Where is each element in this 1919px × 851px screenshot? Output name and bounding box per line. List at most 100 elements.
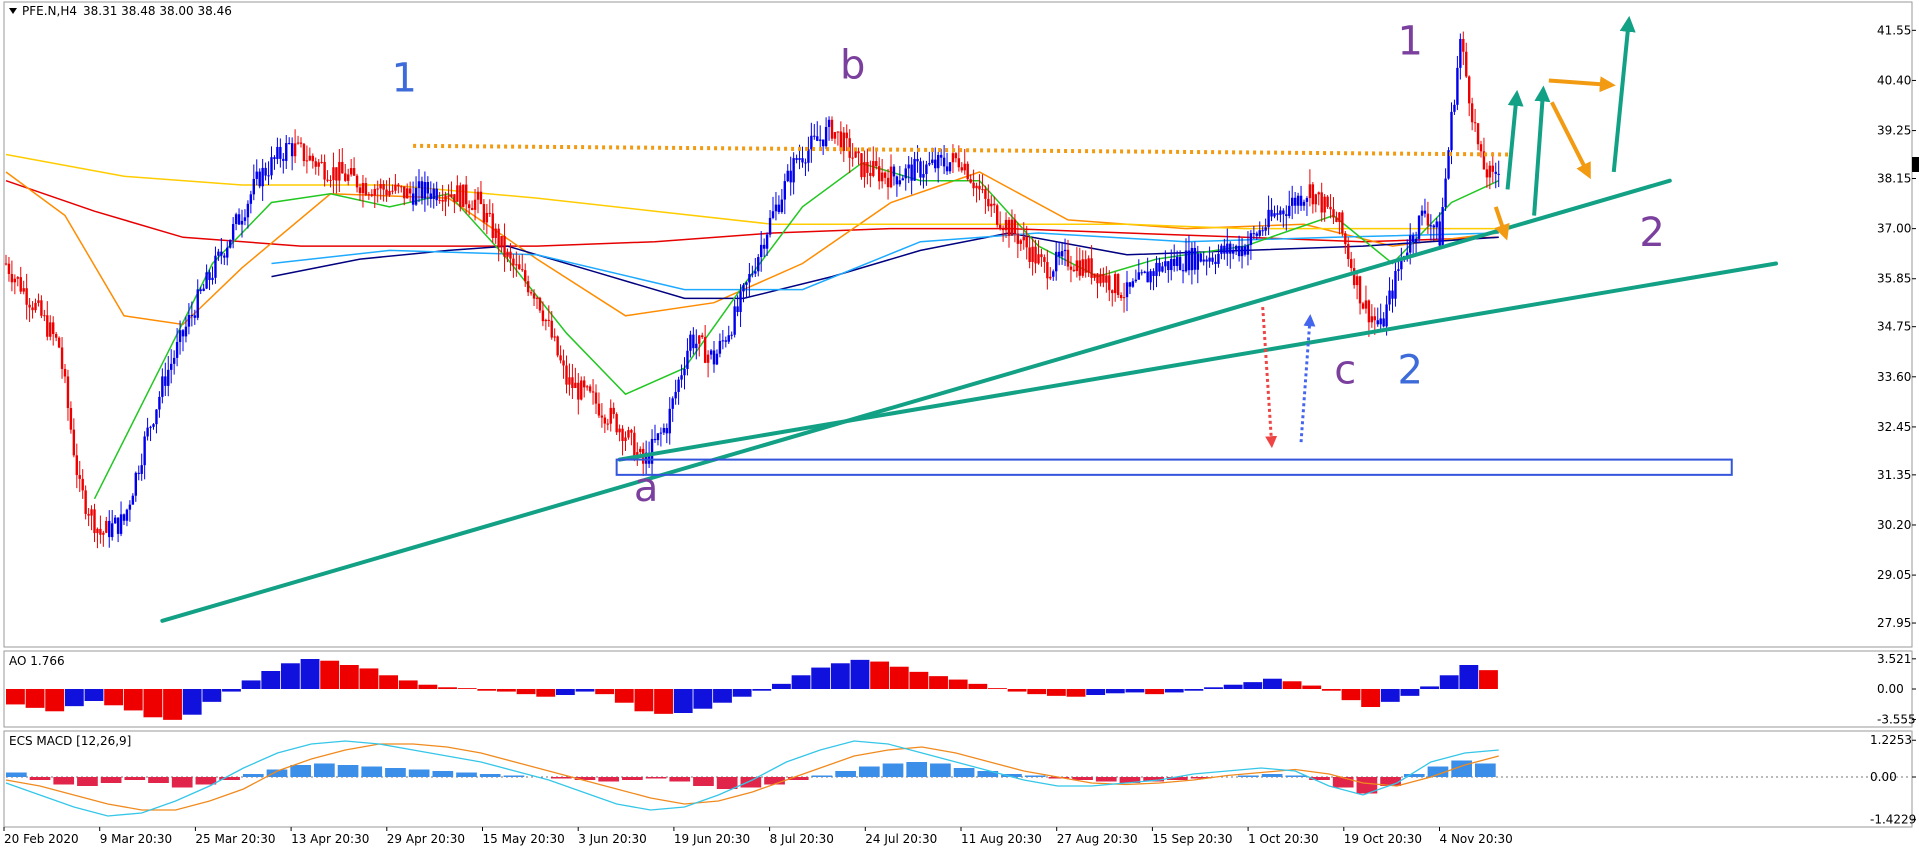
candle-body [969, 179, 972, 183]
ao-bar [64, 689, 84, 707]
candle-body [1164, 261, 1167, 267]
candle-body [43, 315, 46, 317]
macd-histogram-bar [242, 774, 264, 777]
time-tick-label: 15 May 20:30 [483, 832, 565, 846]
candle-body [1093, 273, 1096, 278]
macd-histogram-bar [1024, 775, 1046, 777]
macd-histogram-bar [953, 768, 975, 777]
ao-bar [713, 689, 732, 703]
macd-histogram-bar [171, 777, 193, 788]
candle-body [1105, 275, 1108, 283]
candle-body [137, 472, 140, 474]
candle-body [583, 380, 586, 388]
candle-body [518, 264, 521, 270]
candle-body [128, 504, 132, 510]
candle-body [1158, 262, 1161, 272]
candle-body [656, 433, 660, 441]
candle-body [379, 184, 382, 189]
ao-bar [752, 689, 772, 691]
candle-body [19, 277, 22, 292]
candle-body [302, 143, 306, 162]
candle-body [152, 424, 155, 427]
macd-histogram-bar [1332, 777, 1354, 788]
candle-body [497, 228, 500, 248]
candle-body [175, 342, 179, 358]
price-tick-label: 34.75 [1877, 320, 1911, 334]
macd-histogram-bar [100, 777, 122, 783]
candle-body [1246, 244, 1250, 255]
candle-body [193, 315, 196, 318]
candle-body [1347, 244, 1350, 260]
ao-bar [1204, 687, 1223, 689]
ao-bar [771, 683, 791, 689]
candle-body [190, 315, 194, 317]
candle-body [467, 204, 471, 209]
candle-body [692, 334, 695, 349]
candle-body [187, 315, 191, 327]
ao-bar [477, 689, 497, 691]
candle-body [1258, 230, 1261, 236]
ao-bar [850, 659, 870, 689]
candle-body [1453, 104, 1456, 112]
macd-histogram-bar [77, 777, 98, 786]
candle-body [765, 234, 769, 249]
candle-body [1019, 240, 1022, 244]
candle-body [96, 528, 99, 534]
price-tick-label: 32.45 [1877, 420, 1911, 434]
candle-body [1178, 257, 1182, 271]
candle-body [102, 532, 105, 535]
candle-body [355, 175, 359, 188]
candle-body [984, 189, 987, 199]
ao-bar [182, 689, 202, 715]
candle-body [529, 292, 533, 294]
ao-bar [634, 689, 654, 712]
candle-body [939, 154, 943, 158]
candle-body [420, 181, 424, 199]
candle-body [1314, 194, 1317, 205]
candle-body [119, 514, 123, 534]
candle-body [78, 475, 81, 479]
candle-body [1149, 271, 1152, 283]
ao-bar [1046, 689, 1066, 696]
candle-body [998, 224, 1002, 229]
candle-body [1459, 38, 1462, 68]
ao-bar [398, 680, 418, 689]
candle-body [181, 330, 185, 337]
candle-body [727, 335, 730, 342]
candle-body [4, 263, 8, 265]
macd-histogram-bar [124, 777, 146, 780]
candle-body [344, 173, 347, 181]
candle-body [1370, 316, 1374, 323]
candle-body [580, 380, 583, 400]
candle-body [1175, 257, 1179, 266]
candle-body [515, 264, 518, 266]
candle-body [1010, 219, 1014, 236]
candle-body [1111, 290, 1114, 294]
candle-body [473, 199, 477, 210]
macd-histogram-bar [882, 763, 904, 777]
candle-body [1335, 217, 1338, 222]
candle-body [282, 158, 285, 161]
candle-body [524, 270, 527, 282]
candle-body [1205, 259, 1208, 262]
macd-histogram-bar [550, 777, 572, 779]
candle-body [276, 146, 279, 160]
candle-body [768, 217, 772, 235]
candle-body [391, 190, 394, 192]
candle-body [547, 319, 550, 321]
candle-body [827, 119, 831, 127]
macd-tick-label: 0.00 [1870, 770, 1897, 784]
candle-body [1267, 209, 1270, 228]
candle-body [450, 194, 453, 197]
candle-body [1096, 273, 1099, 284]
candle-body [465, 184, 468, 205]
chart-ohlc: 38.31 38.48 38.00 38.46 [83, 4, 232, 18]
candle-body [553, 336, 556, 338]
candle-body [246, 203, 250, 218]
candle-body [574, 382, 577, 388]
candle-body [394, 184, 397, 191]
candle-body [1202, 259, 1205, 262]
candle-body [1078, 260, 1081, 276]
candle-body [143, 436, 146, 466]
macd-histogram-bar [361, 766, 383, 777]
